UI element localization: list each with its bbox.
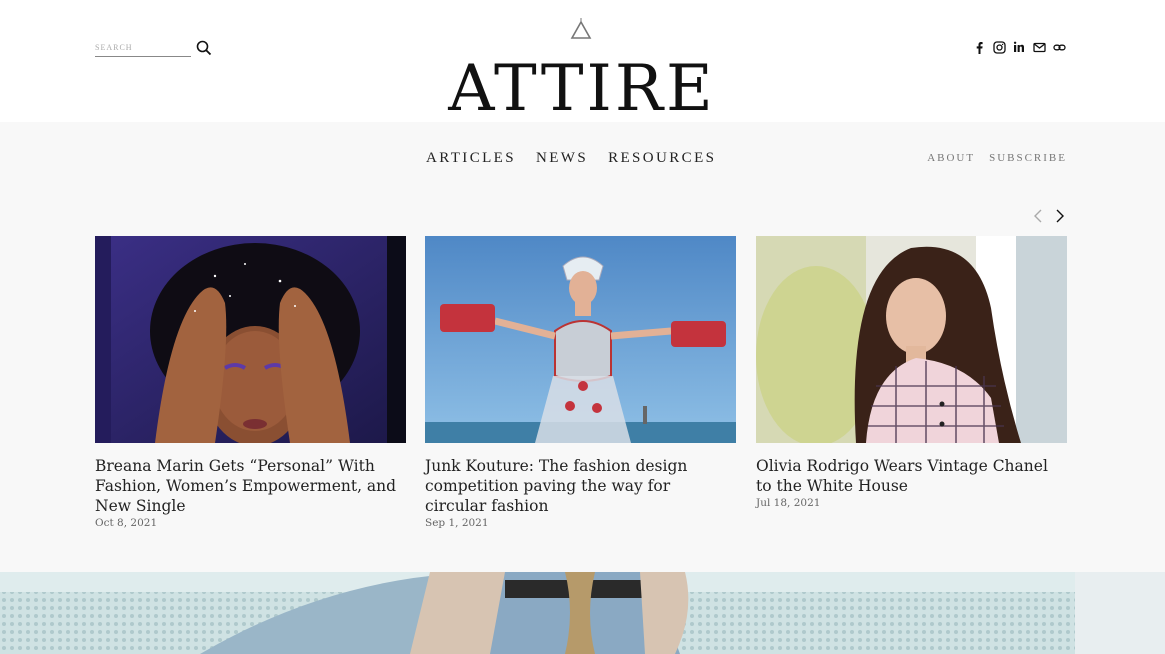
site-header: ATTIRE bbox=[0, 0, 1165, 126]
search-bar bbox=[95, 38, 213, 58]
article-image[interactable] bbox=[425, 236, 736, 443]
article-date: Jul 18, 2021 bbox=[756, 497, 821, 509]
primary-nav: ARTICLES NEWS RESOURCES bbox=[426, 150, 716, 167]
article-title[interactable]: Breana Marin Gets “Personal” With Fashio… bbox=[95, 456, 406, 516]
article-title[interactable]: Olivia Rodrigo Wears Vintage Chanel to t… bbox=[756, 456, 1067, 496]
article-card[interactable]: Olivia Rodrigo Wears Vintage Chanel to t… bbox=[756, 236, 1067, 509]
chevron-left-icon[interactable] bbox=[1031, 208, 1045, 224]
nav-articles[interactable]: ARTICLES bbox=[426, 150, 516, 167]
carousel-controls bbox=[1031, 208, 1067, 224]
article-title[interactable]: Junk Kouture: The fashion design competi… bbox=[425, 456, 736, 516]
search-input[interactable] bbox=[95, 40, 191, 57]
linkedin-icon[interactable] bbox=[1012, 40, 1026, 54]
nav-news[interactable]: NEWS bbox=[536, 150, 588, 167]
logo-mark-icon bbox=[570, 18, 592, 40]
search-icon[interactable] bbox=[196, 40, 212, 56]
article-image[interactable] bbox=[756, 236, 1067, 443]
site-logo[interactable]: ATTIRE bbox=[432, 52, 732, 126]
mail-icon[interactable] bbox=[1032, 40, 1046, 54]
hero-image[interactable] bbox=[0, 572, 1165, 654]
nav-about[interactable]: ABOUT bbox=[927, 152, 975, 164]
article-card[interactable]: Junk Kouture: The fashion design competi… bbox=[425, 236, 736, 529]
article-card[interactable]: Breana Marin Gets “Personal” With Fashio… bbox=[95, 236, 406, 529]
article-date: Oct 8, 2021 bbox=[95, 517, 158, 529]
chevron-right-icon[interactable] bbox=[1053, 208, 1067, 224]
article-date: Sep 1, 2021 bbox=[425, 517, 489, 529]
article-image[interactable] bbox=[95, 236, 406, 443]
nav-resources[interactable]: RESOURCES bbox=[608, 150, 716, 167]
link-icon[interactable] bbox=[1052, 40, 1066, 54]
nav-subscribe[interactable]: SUBSCRIBE bbox=[989, 152, 1067, 164]
secondary-nav: ABOUT SUBSCRIBE bbox=[927, 152, 1067, 164]
facebook-icon[interactable] bbox=[972, 40, 986, 54]
featured-section: ARTICLES NEWS RESOURCES ABOUT SUBSCRIBE bbox=[0, 122, 1165, 572]
social-links bbox=[972, 40, 1066, 54]
instagram-icon[interactable] bbox=[992, 40, 1006, 54]
